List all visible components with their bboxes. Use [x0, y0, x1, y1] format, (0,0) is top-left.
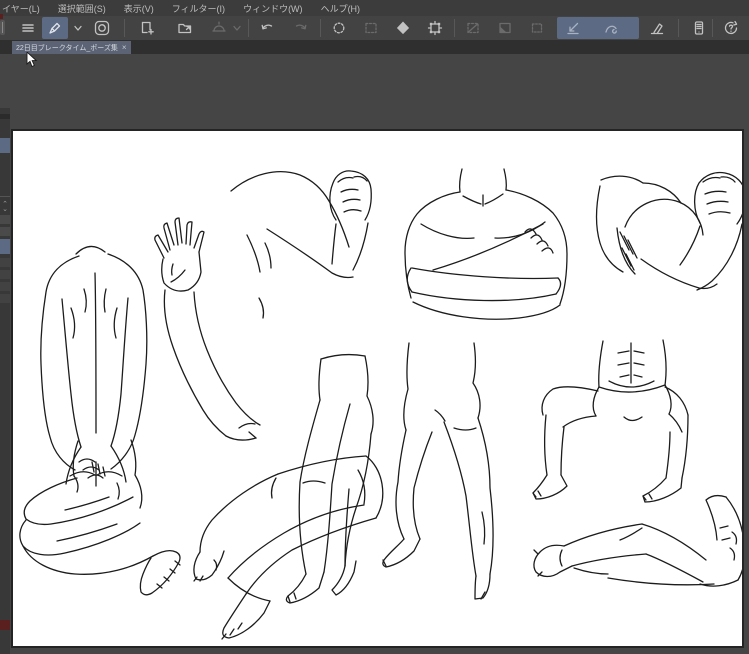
figure-walking-legs-center: [286, 355, 373, 603]
toolbar-separator: [454, 19, 455, 37]
figure-situp: [534, 496, 742, 587]
app-swirl-icon[interactable]: [92, 17, 112, 39]
paint-app-window: { "menu_bar": { "items": [ {"label": "イヤ…: [0, 0, 749, 600]
figure-raised-arm-open-hand: [155, 218, 260, 440]
left-strip-tool[interactable]: [0, 294, 10, 303]
open-file-icon[interactable]: [174, 17, 196, 39]
save-dropdown-chevron-icon[interactable]: [230, 17, 244, 39]
corner-box-icon[interactable]: [494, 17, 516, 39]
left-strip-active-tool[interactable]: [0, 239, 10, 254]
left-strip-tool[interactable]: [0, 282, 10, 291]
double-chevron-icon[interactable]: ⌃⌄: [0, 202, 10, 212]
transform-frame-icon[interactable]: [424, 17, 446, 39]
figure-squatting-legs: [533, 340, 688, 502]
clear-selection-icon[interactable]: [462, 17, 484, 39]
menu-bar: イヤー(L) 選択範囲(S) 表示(V) フィルター(I) ウィンドウ(W) ヘ…: [0, 0, 749, 16]
figure-back-view-torso: [41, 246, 147, 486]
document-tab-bar: 22日目ブレークタイム_ポーズ集 ×: [0, 40, 749, 54]
hamburger-menu-icon[interactable]: [17, 17, 39, 39]
window-edge-mark: [0, 14, 3, 19]
toolbar-separator: [320, 19, 321, 37]
figure-flexed-bicep: [597, 172, 742, 290]
figure-crossed-arms-torso: [405, 169, 567, 319]
toolbar-separator: [712, 19, 713, 37]
deselect-selection-icon[interactable]: [328, 17, 350, 39]
left-strip-tool[interactable]: [0, 258, 10, 267]
left-strip-divider: [0, 196, 10, 197]
menu-layer[interactable]: イヤー(L): [0, 2, 49, 15]
toolbar-separator: [124, 19, 125, 37]
save-icon[interactable]: [208, 17, 230, 39]
toolbar-separator: [678, 19, 679, 37]
invert-selection-icon[interactable]: [360, 17, 382, 39]
new-canvas-icon[interactable]: [136, 17, 158, 39]
snap-to-grid-icon[interactable]: [646, 17, 668, 39]
figure-bent-arm-fist: [231, 171, 371, 318]
figure-kneeling-lower-body: [20, 440, 180, 595]
menu-help[interactable]: ヘルプ(H): [312, 2, 370, 15]
toolbar-separator: [248, 19, 249, 37]
left-strip-tool[interactable]: [0, 227, 10, 236]
left-strip-red-slot: [0, 620, 10, 630]
figure-reclining-bent-legs: [194, 456, 383, 639]
left-tool-strip: ⌃⌄: [0, 108, 10, 654]
menu-filter[interactable]: フィルター(I): [163, 2, 234, 15]
dashed-box-icon[interactable]: [526, 17, 548, 39]
tool-dropdown-chevron-icon[interactable]: [70, 17, 86, 39]
workspace: ⌃⌄: [0, 54, 749, 600]
mouse-cursor: [26, 52, 38, 68]
active-tool-pen-button[interactable]: [42, 17, 68, 39]
fill-icon[interactable]: [392, 17, 414, 39]
undo-icon[interactable]: [256, 17, 278, 39]
snap-to-special-ruler-icon[interactable]: [600, 17, 622, 39]
menu-selection[interactable]: 選択範囲(S): [49, 2, 115, 15]
toolbar-grip-handle[interactable]: [0, 20, 5, 35]
command-bar: [0, 16, 749, 40]
help-icon[interactable]: [720, 17, 742, 39]
left-strip-tool[interactable]: [0, 215, 10, 224]
snap-to-ruler-icon[interactable]: [562, 17, 584, 39]
left-strip-active-tool[interactable]: [0, 138, 10, 153]
document-tab-title: 22日目ブレークタイム_ポーズ集: [16, 43, 118, 53]
redo-icon[interactable]: [290, 17, 312, 39]
figure-striding-legs: [383, 343, 493, 599]
menu-view[interactable]: 表示(V): [115, 2, 163, 15]
tab-close-icon[interactable]: ×: [122, 43, 127, 52]
menu-window[interactable]: ウィンドウ(W): [234, 2, 312, 15]
drawing-canvas[interactable]: [11, 129, 744, 648]
pose-reference-line-art: [13, 131, 742, 646]
left-strip-tool[interactable]: [0, 270, 10, 279]
panel-layout-icon[interactable]: [688, 17, 710, 39]
left-strip-slot: [0, 114, 10, 119]
